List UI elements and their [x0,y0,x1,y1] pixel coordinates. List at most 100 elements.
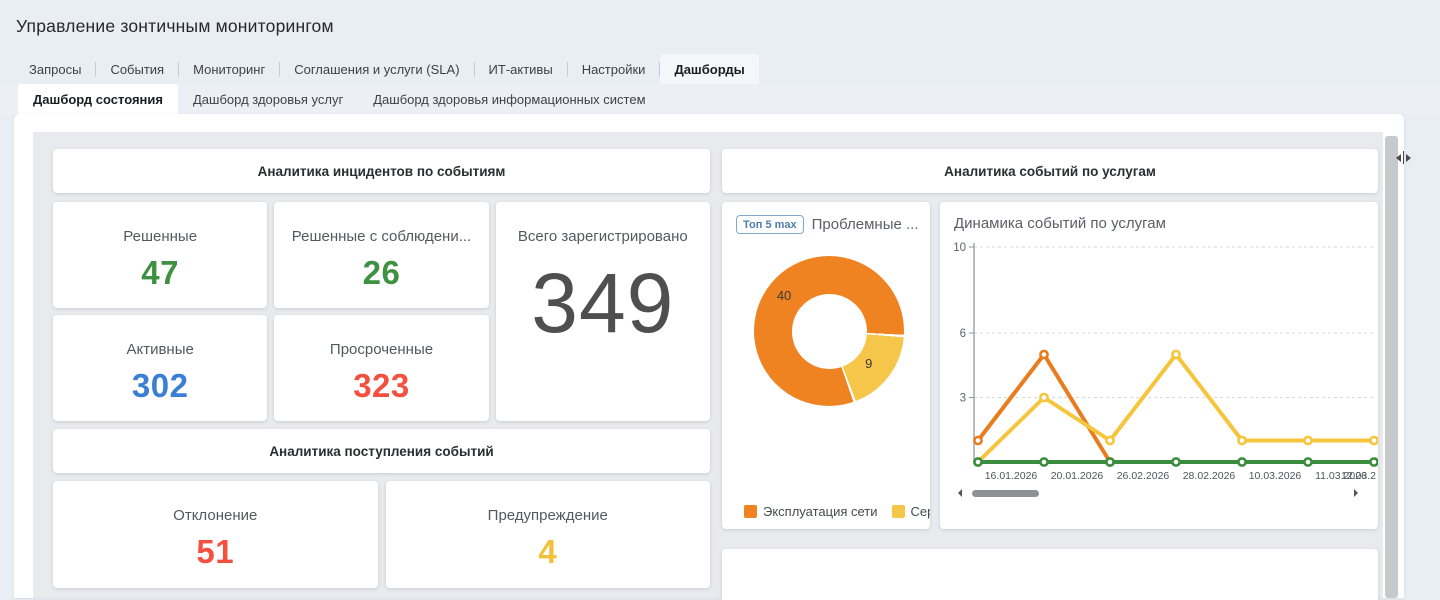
y-axis-label: 10 [954,242,966,254]
vertical-scrollbar[interactable] [1385,136,1398,598]
splitter-left-arrow-icon [1392,153,1401,162]
scroll-left-arrow-icon[interactable] [954,489,962,497]
data-point-yellow[interactable] [1105,435,1115,446]
splitter-bar [1402,151,1404,164]
charts-row: Топ 5 max Проблемные ... 40 9 Эксплуатаци… [722,202,1378,529]
stat-card-total-registered: Всего зарегистрировано 349 [495,202,710,421]
main-tab-monitoring[interactable]: Мониторинг [179,54,279,84]
data-point-green[interactable] [1171,457,1181,467]
stat-label-resolved-with-sla: Решенные с соблюдени... [291,228,472,245]
stat-card-overdue: Просроченные 323 [274,315,489,421]
services-header-card: Аналитика событий по услугам [722,149,1378,193]
stat-label-warning: Предупреждение [487,507,608,524]
dashboard-canvas: Аналитика инцидентов по событиям Решенны… [33,132,1383,600]
main-tab-settings[interactable]: Настройки [568,54,660,84]
data-point-orange[interactable] [973,435,983,446]
arrival-cards-grid: Отклонение 51 Предупреждение 4 [53,481,710,588]
x-axis-label: 28.02.2026 [1183,470,1236,482]
series-line-orange[interactable] [976,352,1112,464]
stat-value-active: 302 [131,367,189,404]
panel-splitter-icon[interactable] [1392,151,1415,164]
series-line-yellow[interactable] [976,352,1376,464]
legend-swatch [744,505,757,518]
main-tab-it-assets[interactable]: ИТ-активы [475,54,567,84]
data-point-yellow[interactable] [1171,349,1181,360]
stat-card-deviation: Отклонение 51 [53,481,378,588]
y-axis-label: 6 [960,328,966,340]
incident-cards-grid: Решенные 47 Решенные с соблюдени... 26 Всего… [53,202,710,421]
stat-value-resolved: 47 [141,254,180,291]
x-axis-label: 16.01.2026 [985,470,1038,482]
stat-label-active: Активные [126,341,194,358]
main-tab-events[interactable]: События [96,54,178,84]
bottom-empty-card [722,549,1378,600]
donut-legend: Эксплуатация сети Сер [736,504,930,519]
data-point-green[interactable] [1369,457,1378,467]
legend-swatch [891,505,905,518]
main-tab-dashboards[interactable]: Дашборды [660,54,759,84]
stat-label-deviation: Отклонение [173,507,258,524]
stat-label-total-registered: Всего зарегистрировано [517,228,688,245]
stat-label-overdue: Просроченные [329,341,434,358]
stat-label-resolved: Решенные [123,228,198,245]
x-axis-label: 10.03.2026 [1249,470,1302,482]
stat-card-resolved: Решенные 47 [53,202,268,308]
chart-horizontal-scrollbar[interactable] [954,486,1368,500]
data-point-green[interactable] [973,457,983,467]
data-point-green[interactable] [1303,457,1313,467]
donut-title-row: Топ 5 max Проблемные ... [736,215,930,234]
sub-tab-state-dashboard[interactable]: Дашборд состояния [18,84,178,114]
stat-value-total-registered: 349 [531,256,675,350]
donut-slice-value: 40 [776,287,792,303]
data-point-yellow[interactable] [1237,435,1247,446]
donut-chart[interactable]: 40 9 [754,256,904,406]
service-analytics-section: Аналитика событий по услугам Топ 5 max П… [722,149,1378,600]
legend-item[interactable]: Эксплуатация сети [744,504,878,519]
sub-tab-is-health-dashboard[interactable]: Дашборд здоровья информационных систем [358,84,660,114]
x-axis-label: 12.03.2 [1341,470,1376,482]
scroll-right-arrow-icon[interactable] [1354,489,1362,497]
splitter-right-arrow-icon [1405,153,1415,162]
vertical-scrollbar-thumb[interactable] [1385,136,1398,598]
stat-card-warning: Предупреждение 4 [385,481,710,588]
data-point-yellow[interactable] [1039,392,1049,403]
y-axis-label: 3 [960,393,966,405]
x-axis-label: 20.01.2026 [1051,470,1104,482]
sub-tabbar: Дашборд состояния Дашборд здоровья услуг Д… [0,84,1440,114]
scrollbar-thumb[interactable] [972,489,1039,497]
arrivals-header-card: Аналитика поступления событий [53,429,710,473]
incidents-header-card: Аналитика инцидентов по событиям [53,149,710,193]
stat-card-resolved-with-sla: Решенные с соблюдени... 26 [274,202,489,308]
legend-label: Эксплуатация сети [763,504,878,519]
x-axis-label: 26.02.2026 [1117,470,1170,482]
stat-card-active: Активные 302 [53,315,268,421]
stat-value-overdue: 323 [353,367,410,404]
stat-value-deviation: 51 [196,533,235,570]
line-chart-svg[interactable]: 3 6 10 16.01.2026 20.01.2026 26.02.2026 28.02.… [954,232,1378,484]
services-header-text: Аналитика событий по услугам [944,163,1156,179]
incidents-header-text: Аналитика инцидентов по событиям [257,163,506,179]
donut-card-title: Проблемные ... [811,216,919,233]
problem-services-card: Топ 5 max Проблемные ... 40 9 Эксплуатаци… [722,202,930,529]
stat-value-resolved-with-sla: 26 [362,254,401,291]
data-point-green[interactable] [1039,457,1049,467]
data-point-orange[interactable] [1039,349,1049,360]
incident-analytics-section: Аналитика инцидентов по событиям Решенны… [53,149,710,598]
line-card-title: Динамика событий по услугам [954,215,1166,232]
sub-tab-service-health-dashboard[interactable]: Дашборд здоровья услуг [178,84,358,114]
main-tab-sla[interactable]: Соглашения и услуги (SLA) [280,54,473,84]
data-point-yellow[interactable] [1369,435,1378,446]
data-point-yellow[interactable] [1303,435,1313,446]
stat-value-warning: 4 [538,533,558,570]
legend-item[interactable]: Сер [891,504,930,519]
donut-slice-value: 9 [865,356,873,372]
legend-label: Сер [910,504,930,519]
page-title: Управление зонтичным мониторингом [16,16,334,36]
main-tab-requests[interactable]: Запросы [15,54,95,84]
data-point-green[interactable] [1105,457,1115,467]
data-point-green[interactable] [1237,457,1247,467]
dashboard-container: Аналитика инцидентов по событиям Решенны… [14,114,1404,600]
main-tabbar: Запросы События Мониторинг Соглашения и усл… [0,54,1440,84]
arrivals-header-text: Аналитика поступления событий [269,443,494,459]
top5-max-badge[interactable]: Топ 5 max [736,215,804,234]
